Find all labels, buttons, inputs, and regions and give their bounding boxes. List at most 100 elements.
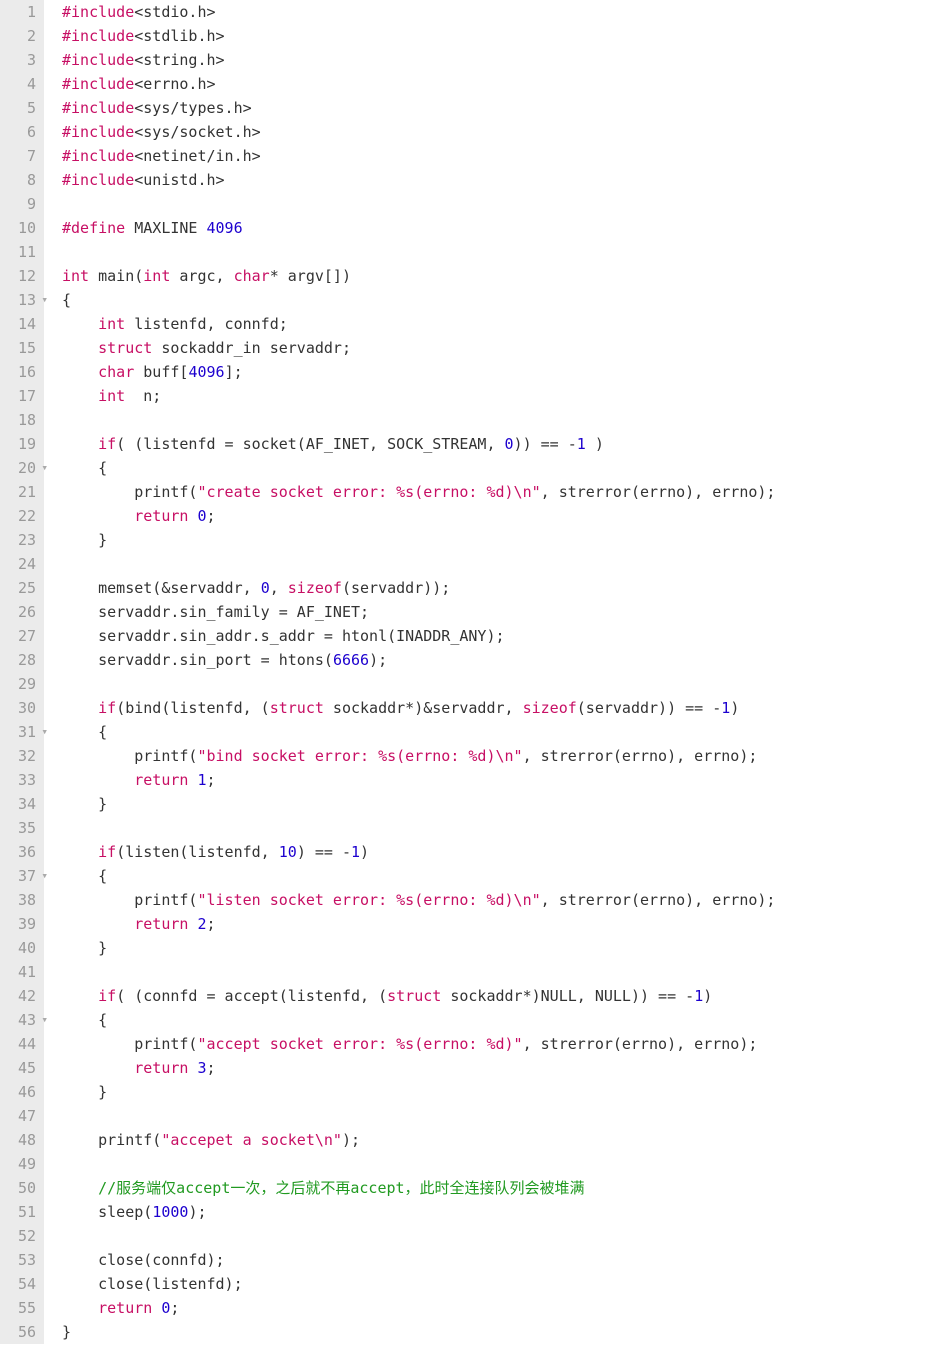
code-token: sleep(	[62, 1203, 152, 1221]
code-line	[62, 816, 940, 840]
code-token: "create socket error: %s(errno: %d)\n"	[197, 483, 540, 501]
line-number: 22	[6, 504, 36, 528]
code-token: servaddr.sin_family = AF_INET;	[62, 603, 369, 621]
line-number: 52	[6, 1224, 36, 1248]
code-token: 3	[197, 1059, 206, 1077]
code-token: //服务端仅accept一次，之后就不再accept，此时全连接队列会被堆满	[98, 1179, 584, 1197]
line-number: 4	[6, 72, 36, 96]
code-token: int	[98, 387, 125, 405]
code-token: close(listenfd);	[62, 1275, 243, 1293]
line-number: 10	[6, 216, 36, 240]
code-line: return 2;	[62, 912, 940, 936]
code-token: argc,	[170, 267, 233, 285]
code-token: "listen socket error: %s(errno: %d)\n"	[197, 891, 540, 909]
code-line: #include<errno.h>	[62, 72, 940, 96]
line-number: 21	[6, 480, 36, 504]
code-token: struct	[98, 339, 152, 357]
code-line	[62, 240, 940, 264]
code-token: return	[134, 507, 188, 525]
code-line: close(listenfd);	[62, 1272, 940, 1296]
code-token: if	[98, 699, 116, 717]
code-token: 4096	[207, 219, 243, 237]
line-number: 13	[6, 288, 36, 312]
code-token: )	[586, 435, 604, 453]
code-line: #include<string.h>	[62, 48, 940, 72]
line-number: 44	[6, 1032, 36, 1056]
code-token: * argv[])	[270, 267, 351, 285]
code-token: sockaddr*)&servaddr,	[324, 699, 523, 717]
code-token: 1000	[152, 1203, 188, 1221]
code-token: printf(	[62, 747, 197, 765]
code-token: ( (listenfd = socket(AF_INET, SOCK_STREA…	[116, 435, 504, 453]
line-number: 48	[6, 1128, 36, 1152]
line-number: 27	[6, 624, 36, 648]
code-line	[62, 1152, 940, 1176]
code-token: )	[360, 843, 369, 861]
code-token: 0	[505, 435, 514, 453]
code-token: #include	[62, 3, 134, 21]
code-line: if(bind(listenfd, (struct sockaddr*)&ser…	[62, 696, 940, 720]
code-token: , strerror(errno), errno);	[523, 747, 758, 765]
code-token: "accept socket error: %s(errno: %d)"	[197, 1035, 522, 1053]
code-token: 0	[197, 507, 206, 525]
code-line: int listenfd, connfd;	[62, 312, 940, 336]
code-token: close(connfd);	[62, 1251, 225, 1269]
line-number: 31	[6, 720, 36, 744]
line-number: 47	[6, 1104, 36, 1128]
code-token: ( (connfd = accept(listenfd, (	[116, 987, 387, 1005]
code-token: char	[98, 363, 134, 381]
code-token: int	[62, 267, 89, 285]
code-line: close(connfd);	[62, 1248, 940, 1272]
code-token: int	[143, 267, 170, 285]
code-token: <string.h>	[134, 51, 224, 69]
code-line	[62, 1224, 940, 1248]
code-token: #include	[62, 51, 134, 69]
line-number: 34	[6, 792, 36, 816]
line-number: 20	[6, 456, 36, 480]
line-number: 45	[6, 1056, 36, 1080]
code-token: #include	[62, 75, 134, 93]
code-token: <errno.h>	[134, 75, 215, 93]
line-number: 29	[6, 672, 36, 696]
code-token: )	[703, 987, 712, 1005]
line-number: 11	[6, 240, 36, 264]
code-line	[62, 1104, 940, 1128]
code-line: return 3;	[62, 1056, 940, 1080]
code-token: servaddr.sin_addr.s_addr = htonl(INADDR_…	[62, 627, 505, 645]
code-token: memset(&servaddr,	[62, 579, 261, 597]
code-token: <stdlib.h>	[134, 27, 224, 45]
line-number: 16	[6, 360, 36, 384]
code-token: 10	[279, 843, 297, 861]
code-line: printf("accepet a socket\n");	[62, 1128, 940, 1152]
code-token: "bind socket error: %s(errno: %d)\n"	[197, 747, 522, 765]
code-token: printf(	[62, 1131, 161, 1149]
code-token: sockaddr*)NULL, NULL)) == -	[441, 987, 694, 1005]
code-token: <netinet/in.h>	[134, 147, 260, 165]
code-token	[152, 1299, 161, 1317]
code-line	[62, 192, 940, 216]
code-line: #include<unistd.h>	[62, 168, 940, 192]
line-number: 51	[6, 1200, 36, 1224]
code-token: #include	[62, 123, 134, 141]
code-area: #include<stdio.h>#include<stdlib.h>#incl…	[44, 0, 940, 1344]
code-token: ;	[207, 771, 216, 789]
code-token: return	[134, 1059, 188, 1077]
code-token: );	[369, 651, 387, 669]
code-token: , strerror(errno), errno);	[541, 483, 776, 501]
code-line: servaddr.sin_port = htons(6666);	[62, 648, 940, 672]
code-token: <unistd.h>	[134, 171, 224, 189]
line-number: 12	[6, 264, 36, 288]
code-line	[62, 552, 940, 576]
code-token: (servaddr)) == -	[577, 699, 722, 717]
line-number: 2	[6, 24, 36, 48]
code-editor: 1234567891011121314151617181920212223242…	[0, 0, 940, 1344]
code-line: {	[62, 1008, 940, 1032]
code-token	[62, 315, 98, 333]
code-token: 1	[721, 699, 730, 717]
code-line: if( (connfd = accept(listenfd, (struct s…	[62, 984, 940, 1008]
code-token: 4096	[188, 363, 224, 381]
code-token	[62, 699, 98, 717]
code-token: if	[98, 843, 116, 861]
code-token: ;	[170, 1299, 179, 1317]
code-token: "accepet a socket\n"	[161, 1131, 342, 1149]
